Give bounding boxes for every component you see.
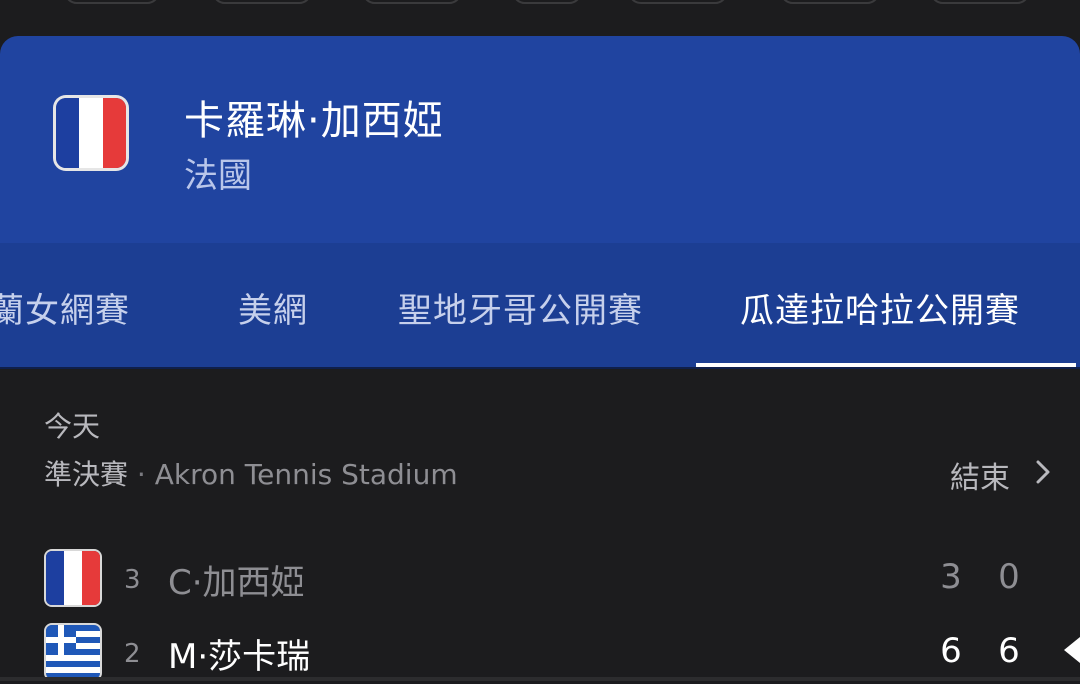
filter-pill[interactable] [930, 0, 1030, 4]
match-player-row[interactable]: 2 M·莎卡瑞 6 6 [0, 623, 1080, 683]
match-round-info: 準決賽 · Akron Tennis Stadium [44, 453, 458, 493]
match-status[interactable]: 結束 [950, 453, 1010, 497]
player-country: 法國 [184, 156, 252, 196]
player-name: 卡羅琳·加西婭 [184, 98, 444, 144]
player-seed: 3 [124, 565, 141, 595]
filter-pill[interactable] [628, 0, 728, 4]
tab-us-open[interactable]: 美網 [238, 283, 308, 332]
set-score: 6 [998, 631, 1020, 671]
greece-flag-icon [46, 625, 100, 679]
divider [0, 677, 1080, 681]
france-flag-icon [56, 98, 126, 168]
filter-pill[interactable] [212, 0, 312, 4]
match-date: 今天 [44, 410, 101, 443]
top-filter-bar [0, 0, 1080, 36]
round-separator: · [136, 458, 146, 491]
tab-tournament[interactable]: 蘭女網賽 [0, 283, 130, 332]
chevron-right-icon[interactable] [1026, 455, 1060, 489]
player-card: 卡羅琳·加西婭 法國 蘭女網賽 美網 聖地牙哥公開賽 瓜達拉哈拉公開賽 今天 準… [0, 36, 1080, 684]
filter-pill[interactable] [780, 0, 880, 4]
active-tab-indicator [696, 363, 1076, 367]
match-section: 今天 準決賽 · Akron Tennis Stadium 結束 3 C·加西婭… [0, 369, 1080, 684]
match-round: 準決賽 [44, 458, 129, 491]
tab-san-diego-open[interactable]: 聖地牙哥公開賽 [398, 283, 643, 332]
set-score: 0 [998, 557, 1020, 597]
player-seed: 2 [124, 639, 141, 669]
filter-pill[interactable] [512, 0, 582, 4]
tournament-tabs: 蘭女網賽 美網 聖地牙哥公開賽 瓜達拉哈拉公開賽 [0, 243, 1080, 369]
winner-arrow-icon [1064, 637, 1080, 663]
player-name: C·加西婭 [168, 563, 305, 603]
player-name: M·莎卡瑞 [168, 637, 311, 677]
filter-pill[interactable] [362, 0, 462, 4]
france-flag-icon [46, 551, 100, 605]
filter-pill[interactable] [64, 0, 160, 4]
match-player-row[interactable]: 3 C·加西婭 3 0 [0, 549, 1080, 609]
set-score: 6 [940, 631, 962, 671]
match-venue: Akron Tennis Stadium [154, 458, 458, 491]
player-header: 卡羅琳·加西婭 法國 [0, 36, 1080, 243]
tab-guadalajara-open[interactable]: 瓜達拉哈拉公開賽 [740, 283, 1020, 332]
set-score: 3 [940, 557, 962, 597]
